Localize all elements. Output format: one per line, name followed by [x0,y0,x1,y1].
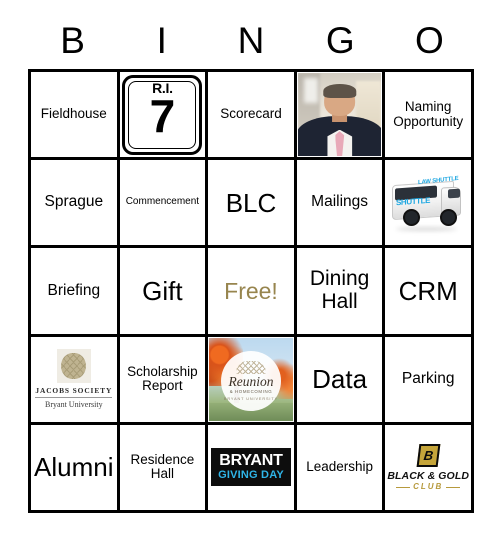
black-and-gold-name: BLACK & GOLD [387,469,470,482]
bus-shadow [396,226,457,232]
jacobs-society-logo: JACOBS SOCIETY Bryant University [32,337,116,421]
bingo-header-letter-b: B [60,20,85,61]
bus-windshield [448,189,460,199]
black-and-gold-club-row: CLUB [387,483,469,491]
bingo-cell-label: CRM [398,275,458,306]
reunion-homecoming-photo: Reunion & HOMECOMING BRYANT UNIVERSITY [209,337,293,421]
bingo-cell-label: Scorecard [220,106,282,122]
route-shield-number: 7 [149,89,176,142]
bingo-cell-o2[interactable]: SHUTTLE LAW SHUTTLE [385,160,474,249]
bingo-cell-i3[interactable]: Gift [119,248,209,337]
bingo-cell-label: Parking [401,369,455,387]
giving-day-wordmark: BRYANT [219,452,283,470]
bingo-cell-g1[interactable] [296,72,386,161]
bingo-cell-label: Dining Hall [309,267,370,313]
bingo-cell-n5[interactable]: BRYANT GIVING DAY [208,424,297,513]
bingo-cell-label: Mailings [311,193,369,211]
bingo-cell-i4[interactable]: Scholarship Report [119,336,209,425]
bingo-header-letter-i: I [156,20,167,61]
bingo-cell-n3[interactable]: Free! [208,248,297,337]
portrait-hair [322,83,357,98]
portrait-photo [297,73,382,157]
bingo-header: BINGO [28,18,474,64]
bingo-cell-o4[interactable]: Parking [385,336,474,425]
portrait-bg-win [304,77,318,103]
bingo-cell-label: Briefing [47,281,101,299]
jacobs-society-subtitle: Bryant University [45,399,103,409]
bingo-cell-label: Sprague [44,193,104,211]
reunion-seal-title: Reunion [228,373,274,389]
reunion-seal: Reunion & HOMECOMING BRYANT UNIVERSITY [220,350,281,411]
bingo-cell-i5[interactable]: Residence Hall [119,424,209,513]
bingo-cell-o1[interactable]: Naming Opportunity [385,72,474,161]
jacobs-globe-icon [56,349,91,384]
jacobs-society-name: JACOBS SOCIETY [35,386,113,398]
bingo-cell-g2[interactable]: Mailings [296,160,386,249]
bingo-header-letter-g: G [325,20,355,61]
bryant-b-icon: B [416,443,441,467]
bingo-cell-label: Gift [142,275,183,306]
bingo-header-letter-o: O [415,20,444,61]
bingo-cell-label: Commencement [125,196,200,208]
divider-rule [396,486,411,488]
bingo-cell-i1[interactable]: R.I. 7 [119,72,209,161]
bingo-cell-label: Leadership [306,459,373,475]
bus-wheel [403,209,421,227]
bingo-cell-g5[interactable]: Leadership [296,424,386,513]
bus-wheel [439,209,457,227]
bingo-grid: Fieldhouse R.I. 7 Scorecard Naming Opportuni… [28,69,474,513]
bingo-cell-label: Residence Hall [130,451,195,482]
bingo-card: B I N G O Fieldhouse R.I. 7 Scorecard Naming Opp… [0,0,501,544]
bingo-header-letter-n: N [237,20,265,61]
bingo-cell-label: Scholarship Report [127,363,198,394]
free-space-label: Free! [224,277,278,304]
bryant-giving-day-logo: BRYANT GIVING DAY [211,448,291,487]
bingo-cell-n1[interactable]: Scorecard [208,72,297,161]
bingo-cell-label: BLC [225,187,277,218]
jacobs-globe-shape [61,353,87,380]
bingo-cell-b2[interactable]: Sprague [31,160,120,249]
bingo-cell-o3[interactable]: CRM [385,248,474,337]
bingo-cell-n4[interactable]: Reunion & HOMECOMING BRYANT UNIVERSITY [208,336,297,425]
bingo-cell-b4[interactable]: JACOBS SOCIETY Bryant University [31,336,120,425]
shuttle-bus-photo: SHUTTLE LAW SHUTTLE [386,161,470,245]
giving-day-tagline: GIVING DAY [218,469,284,482]
bingo-cell-b3[interactable]: Briefing [31,248,120,337]
bingo-cell-o5[interactable]: B BLACK & GOLD CLUB [385,424,474,513]
reunion-crest-icon [235,360,266,374]
bingo-cell-b5[interactable]: Alumni [31,424,120,513]
bingo-cell-g4[interactable]: Data [296,336,386,425]
bingo-cell-g3[interactable]: Dining Hall [296,248,386,337]
bingo-cell-label: Data [312,364,368,395]
bingo-cell-label: Alumni [34,452,114,483]
reunion-seal-subtitle: & HOMECOMING [229,388,273,394]
bingo-cell-b1[interactable]: Fieldhouse [31,72,120,161]
black-and-gold-club-logo: B BLACK & GOLD CLUB [387,443,470,492]
bingo-cell-label: Naming Opportunity [393,99,464,129]
route-shield-icon: R.I. 7 [122,74,203,155]
bingo-cell-i2[interactable]: Commencement [119,160,209,249]
bingo-cell-label: Fieldhouse [40,106,107,122]
reunion-seal-institution: BRYANT UNIVERSITY [223,396,279,401]
bingo-cell-n2[interactable]: BLC [208,160,297,249]
divider-rule [446,486,461,488]
black-and-gold-club-word: CLUB [413,482,444,492]
